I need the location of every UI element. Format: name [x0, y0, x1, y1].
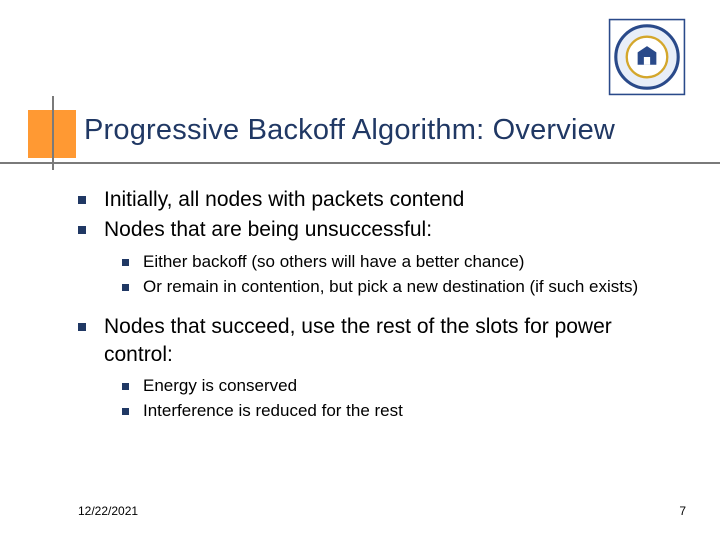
bullet-level2: Or remain in contention, but pick a new … [122, 276, 680, 299]
slide-title: Progressive Backoff Algorithm: Overview [84, 114, 615, 147]
bullet-text: Or remain in contention, but pick a new … [143, 276, 638, 299]
bullet-text: Energy is conserved [143, 375, 297, 398]
bullet-text: Interference is reduced for the rest [143, 400, 403, 423]
accent-vline [52, 96, 54, 170]
bullet-level2: Energy is conserved [122, 375, 680, 398]
sub-bullet-group: Either backoff (so others will have a be… [122, 251, 680, 299]
bullet-text: Nodes that succeed, use the rest of the … [104, 313, 680, 370]
bullet-level1: Nodes that succeed, use the rest of the … [78, 313, 680, 370]
bullet-level1: Nodes that are being unsuccessful: [78, 216, 680, 244]
bullet-text: Nodes that are being unsuccessful: [104, 216, 432, 244]
sub-bullet-group: Energy is conserved Interference is redu… [122, 375, 680, 423]
square-bullet-icon [122, 408, 129, 415]
square-bullet-icon [122, 284, 129, 291]
bullet-level1: Initially, all nodes with packets conten… [78, 186, 680, 214]
slide-body: Initially, all nodes with packets conten… [78, 186, 680, 437]
bullet-text: Initially, all nodes with packets conten… [104, 186, 464, 214]
bullet-level2: Interference is reduced for the rest [122, 400, 680, 423]
square-bullet-icon [78, 323, 86, 331]
square-bullet-icon [122, 383, 129, 390]
square-bullet-icon [78, 196, 86, 204]
footer-date: 12/22/2021 [78, 504, 138, 518]
accent-hline [0, 162, 720, 164]
bullet-level2: Either backoff (so others will have a be… [122, 251, 680, 274]
bullet-text: Either backoff (so others will have a be… [143, 251, 524, 274]
square-bullet-icon [122, 259, 129, 266]
slide: { "title": "Progressive Backoff Algorith… [0, 0, 720, 540]
university-crest-icon [608, 18, 686, 96]
footer-page-number: 7 [679, 504, 686, 518]
square-bullet-icon [78, 226, 86, 234]
